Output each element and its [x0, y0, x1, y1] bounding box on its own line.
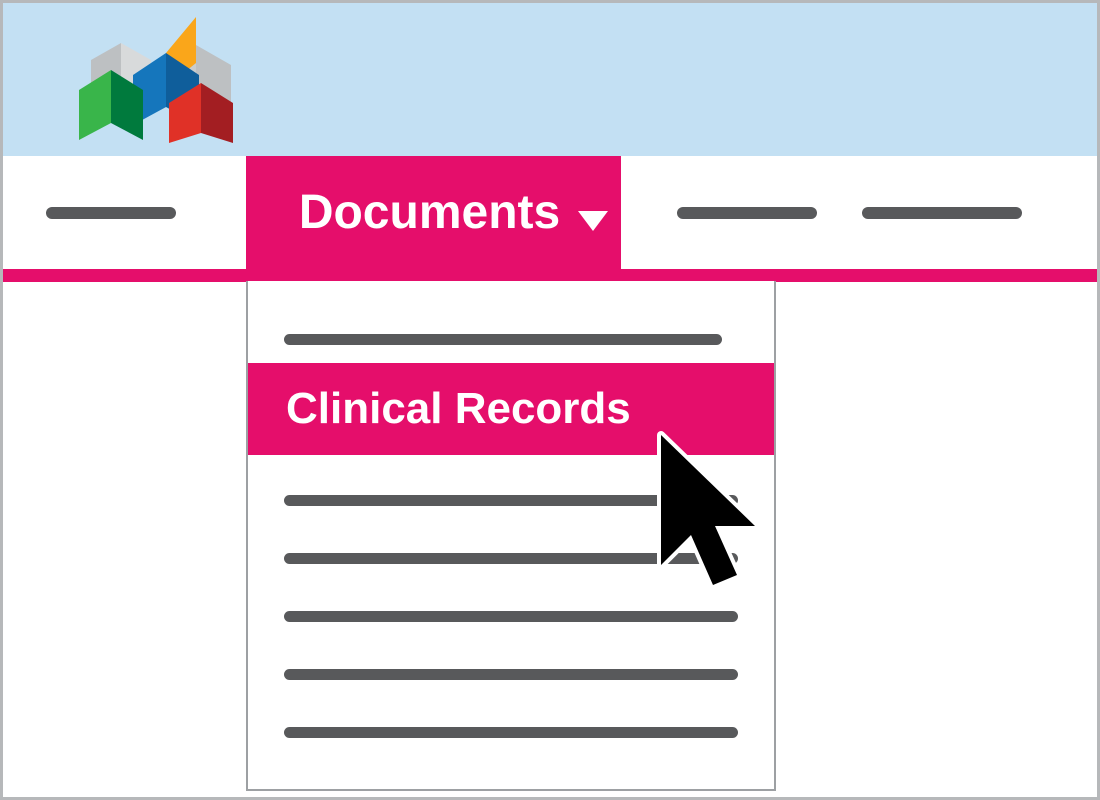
nav-item-3[interactable]: [667, 156, 827, 269]
dropdown-item[interactable]: [248, 529, 774, 587]
dropdown-item-clinical-records[interactable]: Clinical Records: [248, 363, 774, 455]
dropdown-item[interactable]: [248, 281, 774, 363]
header-banner: [3, 3, 1097, 156]
dropdown-item[interactable]: [248, 703, 774, 761]
nav-placeholder-line: [46, 207, 176, 219]
nav-item-1[interactable]: [18, 156, 203, 269]
dropdown-placeholder-line: [284, 553, 738, 564]
dropdown-item[interactable]: [248, 645, 774, 703]
nav-item-documents[interactable]: Documents: [246, 156, 621, 269]
dropdown-item-label: Clinical Records: [286, 384, 631, 434]
nav-item-4[interactable]: [857, 156, 1027, 269]
dropdown-placeholder-line: [284, 334, 722, 345]
nav-item-label: Documents: [299, 185, 560, 240]
chevron-down-icon: [578, 190, 608, 245]
dropdown-placeholder-line: [284, 495, 738, 506]
dropdown-placeholder-line: [284, 611, 738, 622]
logo: [61, 15, 261, 145]
nav-placeholder-line: [862, 207, 1022, 219]
dropdown-item[interactable]: [248, 587, 774, 645]
documents-dropdown: Clinical Records: [246, 281, 776, 791]
dropdown-placeholder-line: [284, 727, 738, 738]
nav-placeholder-line: [677, 207, 817, 219]
dropdown-placeholder-line: [284, 669, 738, 680]
dropdown-item[interactable]: [248, 471, 774, 529]
main-nav: Documents: [3, 156, 1097, 269]
